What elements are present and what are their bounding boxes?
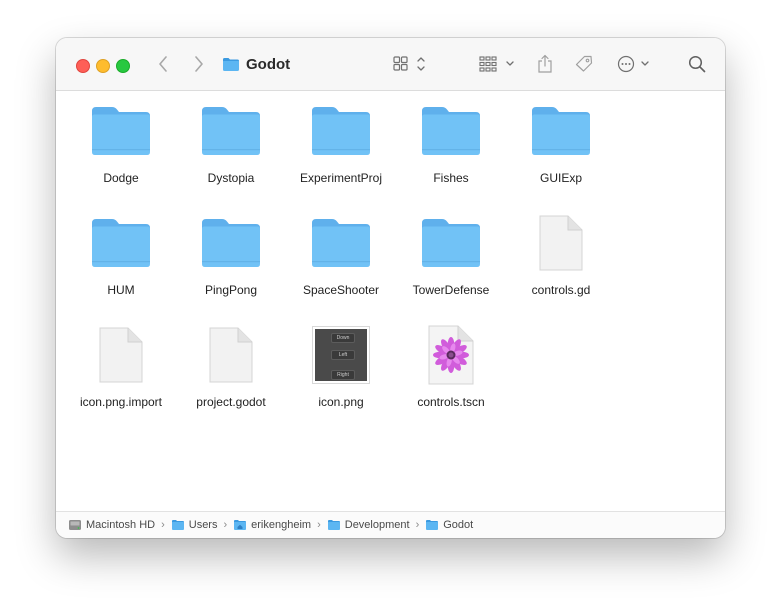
breadcrumb-development[interactable]: Development [327,519,410,531]
file-label: Dodge [103,171,139,185]
finder-window: Godot Dodge Dystopia ExperimentProj Fish… [56,38,725,538]
file-label: ExperimentProj [299,171,383,185]
breadcrumb-separator-icon: › [223,519,228,531]
folder-icon [171,520,184,530]
folder-item-hum[interactable]: HUM [66,213,176,305]
file-label: TowerDefense [412,283,490,297]
group-by-icon[interactable] [478,52,518,76]
folder-icon [92,107,150,155]
window-title: Godot [222,54,290,74]
folder-icon [92,219,150,267]
file-label: GUIExp [539,171,582,185]
folder-icon [223,57,239,71]
folder-icon [327,520,340,530]
folder-item-dodge[interactable]: Dodge [66,101,176,193]
folder-item-spaceshooter[interactable]: SpaceShooter [286,213,396,305]
breadcrumb-label: erikengheim [251,519,312,531]
breadcrumb-macintosh-hd[interactable]: Macintosh HD [68,519,155,531]
folder-icon [426,520,439,530]
folder-icon [312,219,370,267]
folder-item-dystopia[interactable]: Dystopia [176,101,286,193]
file-label: Dystopia [207,171,255,185]
thumb-button-right: Right [331,370,355,380]
file-item-icon-png[interactable]: Down Left Right icon.png [286,325,396,417]
folder-item-towerdefense[interactable]: TowerDefense [396,213,506,305]
document-icon [209,327,253,383]
document-icon [99,327,143,383]
image-thumbnail: Down Left Right [312,326,370,384]
breadcrumb-erikengheim[interactable]: erikengheim [233,519,311,531]
file-label: PingPong [204,283,258,297]
file-label: icon.png.import [79,395,163,409]
folder-icon [202,107,260,155]
more-icon[interactable] [617,52,653,76]
folder-icon [532,107,590,155]
window-title-text: Godot [246,55,291,73]
file-item-controls-gd[interactable]: controls.gd [506,213,616,305]
document-icon [539,215,583,271]
file-label: HUM [107,283,135,297]
file-item-icon-png-import[interactable]: icon.png.import [66,325,176,417]
folder-item-pingpong[interactable]: PingPong [176,213,286,305]
share-icon[interactable] [535,52,555,76]
folder-item-guiexp[interactable]: GUIExp [506,101,616,193]
folder-icon [422,219,480,267]
folder-item-fishes[interactable]: Fishes [396,101,506,193]
file-label: controls.gd [531,283,591,297]
zoom-button[interactable] [116,59,130,73]
minimize-button[interactable] [96,59,110,73]
file-label: Fishes [433,171,469,185]
forward-chevron-icon[interactable] [190,52,208,76]
path-bar: Macintosh HD › Users › erikengheim › Dev… [56,511,725,538]
breadcrumb-separator-icon: › [415,519,420,531]
folder-icon [422,107,480,155]
folder-item-experimentproj[interactable]: ExperimentProj [286,101,396,193]
breadcrumb-label: Users [188,519,218,531]
file-label: controls.tscn [417,395,485,409]
close-button[interactable] [76,59,90,73]
file-item-controls-tscn[interactable]: controls.tscn [396,325,506,417]
tag-icon[interactable] [573,52,595,76]
grid-view-icon[interactable] [390,52,428,76]
breadcrumb-separator-icon: › [161,519,165,531]
thumb-button-down: Down [331,333,355,343]
breadcrumb-godot[interactable]: Godot [425,519,473,531]
search-icon[interactable] [687,52,707,76]
home-folder-icon [234,520,247,530]
breadcrumb-label: Development [344,519,410,531]
file-item-project-godot[interactable]: project.godot [176,325,286,417]
folder-icon [312,107,370,155]
file-label: project.godot [196,395,266,409]
back-chevron-icon[interactable] [154,52,172,76]
toolbar: Godot [56,38,725,91]
file-grid: Dodge Dystopia ExperimentProj Fishes GUI… [56,91,725,511]
breadcrumb-label: Macintosh HD [86,519,156,531]
thumb-button-left: Left [331,350,355,360]
hard-drive-icon [69,520,81,530]
breadcrumb-users[interactable]: Users [171,519,218,531]
flower-document-icon [428,325,474,385]
breadcrumb-separator-icon: › [317,519,321,531]
folder-icon [202,219,260,267]
file-label: icon.png [318,395,364,409]
file-label: SpaceShooter [302,283,380,297]
breadcrumb-label: Godot [443,519,474,531]
